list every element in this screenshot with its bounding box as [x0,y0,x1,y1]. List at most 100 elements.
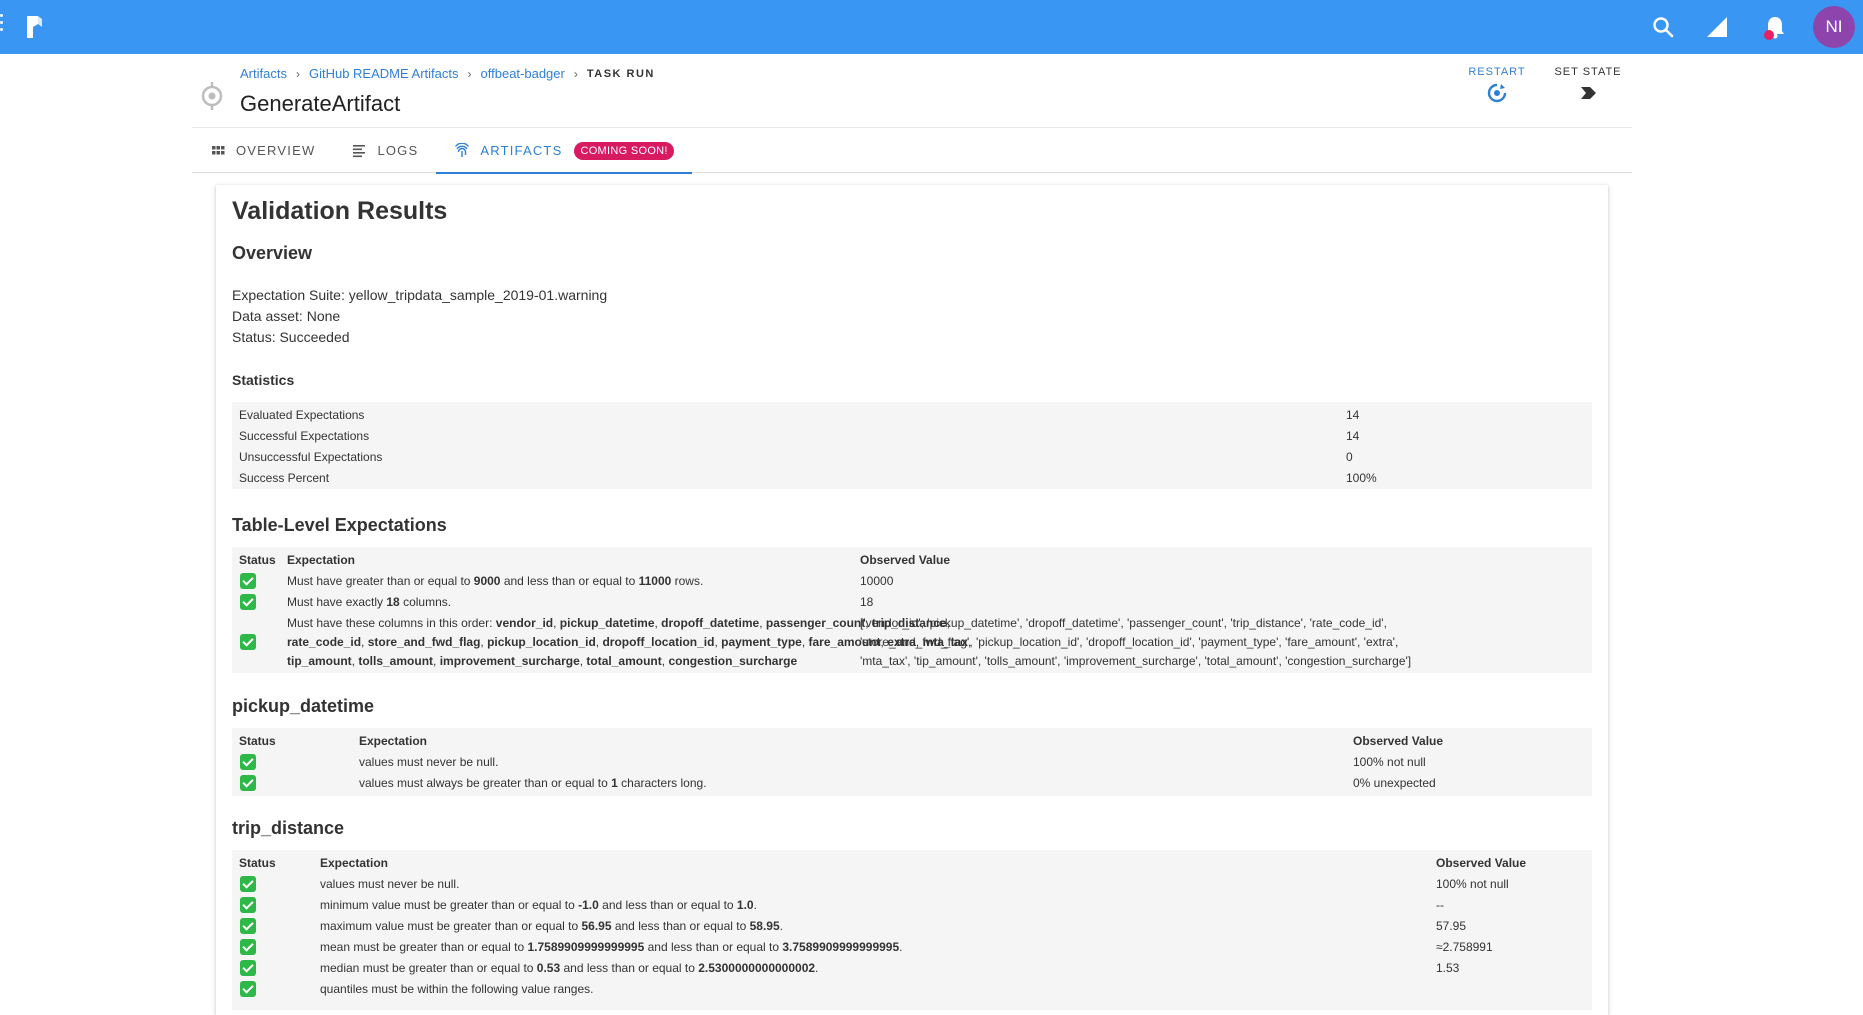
pickup-datetime-heading: pickup_datetime [232,696,375,716]
bold-value: improvement_surcharge [439,654,580,668]
stat-value: 14 [1346,408,1360,422]
tab-logs[interactable]: LOGS [333,128,436,173]
success-check-icon [240,876,256,892]
success-check-icon [240,918,256,934]
tab-bar: OVERVIEW LOGS ARTIFACTS COMING SOON! [192,127,1632,174]
stat-label: Success Percent [239,471,330,485]
tab-artifacts[interactable]: ARTIFACTS COMING SOON! [436,128,693,174]
bold-value: 18 [386,595,400,609]
success-check-icon [240,754,256,770]
expectation-text: maximum value must be greater than or eq… [320,919,783,933]
observed-value: 0% unexpected [1353,776,1436,790]
menu-dots-icon[interactable] [0,14,4,40]
statistics-table: Evaluated Expectations 14 Successful Exp… [232,402,1592,489]
overview-heading: Overview [232,243,313,263]
observed-value: 10000 [860,574,894,588]
bold-value: 2.5300000000000002 [698,961,816,975]
expectation-text: values must always be greater than or eq… [359,776,707,790]
table-level-heading: Table-Level Expectations [232,515,447,535]
data-asset-line: Data asset: None [232,308,341,324]
prefect-logo[interactable] [24,12,44,42]
avatar[interactable]: NI [1813,6,1855,48]
set-state-label: SET STATE [1554,66,1622,78]
success-check-icon [240,897,256,913]
bold-value: tip_amount [287,654,352,668]
observed-value: 100% not null [1353,755,1426,769]
signal-icon[interactable] [1700,10,1734,44]
observed-header: Observed Value [1436,856,1527,870]
bold-value: 9000 [473,574,501,588]
restart-button[interactable]: RESTART [1462,66,1532,103]
observed-header: Observed Value [860,553,951,567]
observed-value: 18 [860,595,874,609]
bold-value: pickup_location_id [487,635,596,649]
status-header: Status [239,856,276,870]
top-app-bar: NI [0,0,1863,54]
artifact-card: Validation Results Overview Expectation … [216,185,1608,1015]
tab-logs-label: LOGS [377,143,419,158]
stat-label: Successful Expectations [239,429,370,443]
observed-value: ≈2.758991 [1436,940,1493,954]
breadcrumb: Artifacts › GitHub README Artifacts › of… [240,66,655,81]
statistics-heading: Statistics [232,372,295,388]
breadcrumb-current: TASK RUN [586,67,655,80]
observed-value-line: 'store_and_fwd_flag', 'pickup_location_i… [860,635,1399,649]
chevron-right-icon: › [573,66,578,81]
restart-label: RESTART [1468,66,1526,78]
stat-value: 100% [1346,471,1377,485]
expectation-suite-line: Expectation Suite: yellow_tripdata_sampl… [232,287,608,303]
expectation-header: Expectation [359,734,428,748]
bold-value: 58.95 [749,919,780,933]
stat-value: 0 [1346,450,1353,464]
tab-overview[interactable]: OVERVIEW [192,128,333,173]
bold-value: 1.7589909999999995 [527,940,645,954]
observed-value: -- [1436,898,1444,912]
observed-header: Observed Value [1353,734,1444,748]
expectation-header: Expectation [320,856,389,870]
bold-value: 0.53 [536,961,561,975]
page-title: GenerateArtifact [240,91,401,116]
observed-value-line: 'mta_tax', 'tip_amount', 'tolls_amount',… [860,654,1412,668]
chevron-right-icon: › [467,66,472,81]
observed-value: 1.53 [1436,961,1460,975]
search-icon[interactable] [1646,10,1680,44]
breadcrumb-project[interactable]: GitHub README Artifacts [309,66,459,81]
tab-artifacts-label: ARTIFACTS [480,143,563,158]
bold-value: 1 [611,776,618,790]
notifications-bell-icon[interactable] [1758,10,1792,44]
breadcrumb-artifacts[interactable]: Artifacts [240,66,287,81]
expectation-text: quantiles must be within the following v… [320,982,594,996]
bold-value: dropoff_datetime [661,616,760,630]
restart-icon [1487,83,1507,103]
logs-icon [353,144,366,157]
grid-icon [212,145,225,154]
chevron-right-icon: › [295,66,300,81]
expectation-text: values must never be null. [320,877,460,891]
bold-value: 1.0 [736,898,754,912]
trip-distance-table: Status Expectation Observed Value values… [232,850,1592,1010]
bold-value: rate_code_id [287,635,362,649]
coming-soon-badge: COMING SOON! [574,141,674,160]
bold-value: congestion_surcharge [668,654,798,668]
bold-value: 11000 [638,574,672,588]
expectation-text-line: Must have these columns in this order: v… [287,616,950,630]
pickup-datetime-table: Status Expectation Observed Value values… [232,728,1592,796]
success-check-icon [240,960,256,976]
bold-value: 3.7589909999999995 [782,940,900,954]
bold-value: payment_type [721,635,802,649]
table-level-table: Status Expectation Observed Value Must h… [232,547,1592,673]
report-title: Validation Results [232,197,448,225]
success-check-icon [240,634,256,650]
bold-value: vendor_id [495,616,554,630]
set-state-button[interactable]: SET STATE [1550,66,1626,103]
expectation-text: mean must be greater than or equal to 1.… [320,940,903,954]
expectation-header: Expectation [287,553,356,567]
expectation-text: values must never be null. [359,755,499,769]
breadcrumb-flow-run[interactable]: offbeat-badger [481,66,565,81]
tab-overview-label: OVERVIEW [236,143,316,158]
expectation-text: Must have greater than or equal to 9000 … [287,574,704,588]
status-line: Status: Succeeded [232,329,350,345]
success-check-icon [240,573,256,589]
bold-value: dropoff_location_id [602,635,715,649]
bold-value: store_and_fwd_flag [367,635,481,649]
